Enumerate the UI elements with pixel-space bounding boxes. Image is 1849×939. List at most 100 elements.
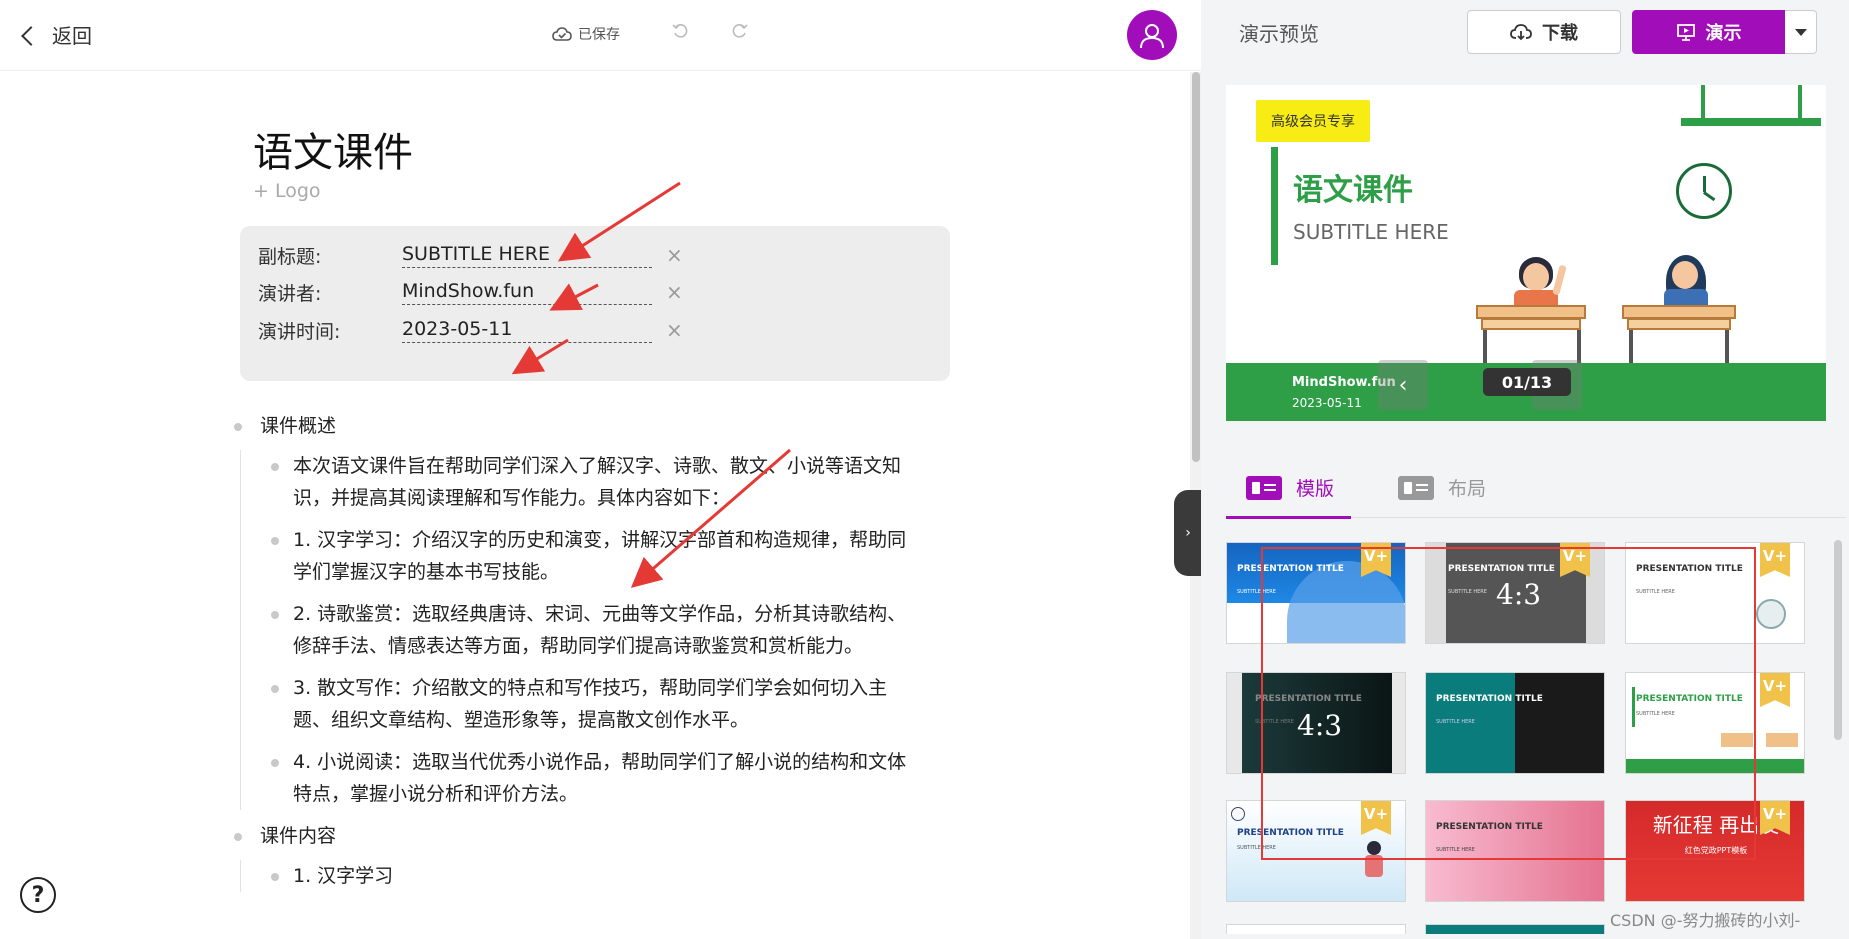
meta-box: 副标题: SUBTITLE HERE × 演讲者: MindShow.fun ×…: [240, 226, 950, 381]
clear-date-button[interactable]: ×: [666, 318, 683, 342]
meta-row-subtitle: 副标题: SUBTITLE HERE ×: [258, 239, 938, 271]
tab-label: 布局: [1448, 478, 1487, 500]
meta-label: 副标题:: [258, 245, 322, 268]
watermark: CSDN @-努力搬砖的小刘-: [1610, 911, 1801, 930]
decor-hanger: [1798, 85, 1802, 120]
user-icon: [1140, 24, 1164, 49]
outline: 课件概述 本次语文课件旨在帮助同学们深入了解汉字、诗歌、散文、小说等语文知识，并…: [230, 410, 930, 902]
user-avatar[interactable]: [1127, 10, 1177, 60]
slide-subtitle: SUBTITLE HERE: [1293, 220, 1449, 244]
back-button[interactable]: 返回: [21, 20, 92, 49]
meta-label: 演讲时间:: [258, 320, 341, 343]
cloud-download-icon: [1510, 24, 1532, 41]
template-title: PRESENTATION TITLE: [1636, 564, 1743, 574]
template-subtitle: SUBTITLE HERE: [1436, 847, 1475, 853]
template-card[interactable]: PRESENTATION TITLE SUBTITLE HERE 4:3: [1226, 672, 1406, 774]
editor-body: 语文课件 + Logo 副标题: SUBTITLE HERE × 演讲者: Mi…: [0, 72, 1190, 939]
template-card[interactable]: [1425, 924, 1605, 934]
caret-down-icon: [1794, 28, 1807, 36]
active-tab-indicator: [1226, 516, 1351, 519]
save-status-label: 已保存: [578, 27, 620, 43]
presenter-field[interactable]: MindShow.fun: [402, 280, 652, 305]
template-subtitle: SUBTITLE HERE: [1237, 589, 1276, 595]
vip-badge: V+: [1361, 801, 1391, 835]
back-label: 返回: [52, 24, 92, 48]
template-subtitle: SUBTITLE HERE: [1255, 719, 1294, 725]
meta-label: 演讲者:: [258, 282, 322, 305]
chevron-right-icon: ›: [1185, 525, 1191, 541]
editor-scrollbar-thumb[interactable]: [1192, 72, 1200, 462]
prev-slide-button[interactable]: ‹: [1378, 360, 1428, 410]
outline-item[interactable]: 3. 散文写作：介绍散文的特点和写作技巧，帮助同学们学会如何切入主题、组织文章结…: [271, 672, 911, 736]
aspect-ratio-label: 4:3: [1297, 709, 1343, 742]
template-title: PRESENTATION TITLE: [1636, 694, 1743, 704]
template-card[interactable]: PRESENTATION TITLE SUBTITLE HERE: [1425, 800, 1605, 902]
collapse-panel-button[interactable]: ›: [1174, 490, 1202, 576]
outline-item[interactable]: 2. 诗歌鉴赏：选取经典唐诗、宋词、元曲等文学作品，分析其诗歌结构、修辞手法、情…: [271, 598, 911, 662]
template-subtitle: SUBTITLE HERE: [1237, 845, 1276, 851]
template-scrollbar[interactable]: [1834, 540, 1842, 740]
present-button[interactable]: 演示: [1632, 10, 1785, 54]
template-card[interactable]: PRESENTATION TITLE SUBTITLE HERE V+: [1226, 800, 1406, 902]
meta-row-presenter: 演讲者: MindShow.fun ×: [258, 276, 938, 308]
presentation-icon: [1676, 24, 1695, 41]
outline-item[interactable]: 1. 汉字学习：介绍汉字的历史和演变，讲解汉字部首和构造规律，帮助同学们掌握汉字…: [271, 524, 911, 588]
template-subtitle: SUBTITLE HERE: [1636, 589, 1675, 595]
save-status: 已保存: [552, 24, 620, 44]
template-card[interactable]: PRESENTATION TITLE SUBTITLE HERE 4:3 V+: [1425, 542, 1605, 644]
vip-badge: V+: [1760, 543, 1790, 577]
template-subtitle: 红色党政PPT模板: [1684, 846, 1748, 855]
decor-hanger: [1701, 85, 1705, 120]
tab-label: 模版: [1296, 478, 1335, 500]
template-title: PRESENTATION TITLE: [1448, 564, 1555, 574]
clear-presenter-button[interactable]: ×: [666, 280, 683, 304]
outline-children: 1. 汉字学习: [240, 860, 930, 892]
redo-icon[interactable]: [730, 22, 748, 40]
outline-item[interactable]: 课件内容: [230, 820, 930, 852]
preview-title: 演示预览: [1239, 22, 1319, 46]
question-icon: ?: [31, 882, 45, 908]
editor-pane: 返回 已保存 语文课件 + Logo 副标题: SUBTITLE HERE × …: [0, 0, 1201, 939]
subtitle-field[interactable]: SUBTITLE HERE: [402, 243, 652, 268]
tab-layout[interactable]: 布局: [1398, 474, 1486, 501]
preview-pane: 演示预览 下载 演示 高级会员专享 语文课件 SUBTITLE HERE Min…: [1201, 0, 1849, 939]
document-title[interactable]: 语文课件: [253, 120, 413, 178]
slide-pager: 01/13: [1483, 368, 1571, 396]
slide-preview[interactable]: 高级会员专享 语文课件 SUBTITLE HERE MindShow.fun 2…: [1226, 85, 1826, 421]
add-logo-link[interactable]: + Logo: [253, 180, 321, 202]
vip-badge: V+: [1760, 673, 1790, 707]
template-card[interactable]: 新征程 再出发 红色党政PPT模板 V+: [1625, 800, 1805, 902]
meta-row-date: 演讲时间: 2023-05-11 ×: [258, 314, 938, 346]
template-card[interactable]: PRESENTATION TITLE SUBTITLE HERE V+: [1625, 542, 1805, 644]
download-button[interactable]: 下载: [1467, 10, 1621, 54]
tab-templates[interactable]: 模版: [1246, 474, 1334, 501]
outline-children: 本次语文课件旨在帮助同学们深入了解汉字、诗歌、散文、小说等语文知识，并提高其阅读…: [240, 450, 930, 810]
slide-accent-bar: [1271, 147, 1278, 265]
template-title: PRESENTATION TITLE: [1436, 694, 1543, 704]
download-label: 下载: [1542, 23, 1578, 44]
outline-item[interactable]: 1. 汉字学习: [271, 860, 911, 892]
template-card[interactable]: [1226, 924, 1406, 934]
template-card[interactable]: PRESENTATION TITLE SUBTITLE HERE: [1425, 672, 1605, 774]
present-options-dropdown[interactable]: [1785, 10, 1817, 54]
template-subtitle: SUBTITLE HERE: [1636, 711, 1675, 717]
help-button[interactable]: ?: [20, 877, 56, 913]
template-subtitle: SUBTITLE HERE: [1436, 719, 1475, 725]
outline-item[interactable]: 本次语文课件旨在帮助同学们深入了解汉字、诗歌、散文、小说等语文知识，并提高其阅读…: [271, 450, 911, 514]
outline-item[interactable]: 课件概述: [230, 410, 930, 442]
template-title: PRESENTATION TITLE: [1237, 828, 1344, 838]
vip-badge: 高级会员专享: [1256, 100, 1370, 142]
chevron-left-icon: ‹: [1398, 372, 1408, 398]
template-card[interactable]: PRESENTATION TITLE SUBTITLE HERE V+: [1226, 542, 1406, 644]
outline-item[interactable]: 4. 小说阅读：选取当代优秀小说作品，帮助同学们了解小说的结构和文体特点，掌握小…: [271, 746, 911, 810]
date-field[interactable]: 2023-05-11: [402, 318, 652, 343]
template-card[interactable]: PRESENTATION TITLE SUBTITLE HERE V+: [1625, 672, 1805, 774]
aspect-ratio-label: 4:3: [1496, 578, 1542, 611]
panel-tabs: 模版 布局: [1226, 450, 1846, 519]
present-label: 演示: [1705, 23, 1742, 44]
template-title: PRESENTATION TITLE: [1237, 564, 1344, 574]
clear-subtitle-button[interactable]: ×: [666, 243, 683, 267]
template-title: PRESENTATION TITLE: [1255, 694, 1362, 704]
cloud-check-icon: [552, 27, 572, 41]
undo-icon[interactable]: [672, 22, 690, 40]
